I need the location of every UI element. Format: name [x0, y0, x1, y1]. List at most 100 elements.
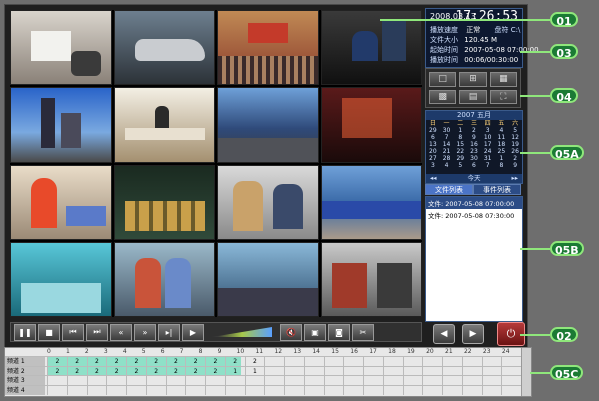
- camera-view-7[interactable]: [217, 87, 319, 163]
- timeline-row[interactable]: 频道 122222222222: [5, 356, 521, 366]
- next-file-button[interactable]: ⏭: [86, 323, 108, 341]
- calendar-day[interactable]: 20: [426, 148, 440, 155]
- hour-tick-label: 17: [369, 348, 377, 355]
- playback-toolbar: ❚❚ ■ ⏮ ⏭ « » ▸| ▶ 🔇 ▣ ◙ ✂: [10, 322, 422, 342]
- calendar-day[interactable]: 11: [495, 134, 509, 141]
- calendar-day[interactable]: 7: [440, 134, 454, 141]
- calendar-day[interactable]: 14: [440, 141, 454, 148]
- layout-9-button[interactable]: ▦: [489, 72, 517, 87]
- calendar-day[interactable]: 1: [495, 155, 509, 162]
- calendar-day[interactable]: 8: [453, 134, 467, 141]
- layout-1-button[interactable]: □: [429, 72, 457, 87]
- hour-tick-label: 23: [482, 348, 491, 355]
- snapshot-button[interactable]: ◙: [328, 323, 350, 341]
- camera-view-2[interactable]: [113, 10, 215, 86]
- calendar-day[interactable]: 21: [440, 148, 454, 155]
- camera-view-9[interactable]: [10, 164, 112, 240]
- calendar-day[interactable]: 17: [481, 141, 495, 148]
- prev-file-button[interactable]: ⏮: [62, 323, 84, 341]
- calendar-today-button[interactable]: 今天: [468, 174, 481, 183]
- calendar-day[interactable]: 18: [495, 141, 509, 148]
- volume-down-button[interactable]: ◀: [433, 324, 455, 344]
- calendar-day[interactable]: 23: [467, 148, 481, 155]
- camera-view-11[interactable]: [217, 164, 319, 240]
- calendar-day[interactable]: 2: [467, 127, 481, 134]
- list-item[interactable]: 文件: 2007-05-08 07:30:00: [426, 209, 522, 221]
- save-button[interactable]: ▣: [304, 323, 326, 341]
- calendar-day[interactable]: 7: [481, 162, 495, 169]
- calendar-next-button[interactable]: ▸▸: [511, 174, 518, 183]
- camera-view-8[interactable]: [320, 87, 422, 163]
- calendar-day[interactable]: 5: [508, 127, 522, 134]
- volume-slider[interactable]: [212, 327, 272, 337]
- playback-info-panel: 2008.03.13 17:26:53 播放速度 正常 盘符 C:\ 文件大小 …: [425, 8, 539, 68]
- camera-view-3[interactable]: [217, 10, 319, 86]
- rewind-button[interactable]: «: [110, 323, 132, 341]
- timeline-cell: [205, 385, 225, 395]
- calendar-day[interactable]: 6: [467, 162, 481, 169]
- fullscreen-button[interactable]: ⛶: [489, 89, 517, 104]
- camera-view-14[interactable]: [113, 241, 215, 317]
- calendar-day[interactable]: 25: [495, 148, 509, 155]
- layout-16-button[interactable]: ▩: [429, 89, 457, 104]
- mute-button[interactable]: 🔇: [280, 323, 302, 341]
- camera-view-5[interactable]: [10, 87, 112, 163]
- tab-event-list[interactable]: 事件列表: [473, 184, 521, 195]
- calendar-day[interactable]: 19: [508, 141, 522, 148]
- timeline-cell: [303, 385, 324, 395]
- pause-button[interactable]: ❚❚: [14, 323, 36, 341]
- list-item[interactable]: 文件: 2007-05-08 07:00:00: [426, 197, 522, 209]
- layout-4-button[interactable]: ⊞: [459, 72, 487, 87]
- calendar-day[interactable]: 4: [495, 127, 509, 134]
- calendar-day[interactable]: 5: [453, 162, 467, 169]
- step-frame-button[interactable]: ▸|: [158, 323, 180, 341]
- calendar-day[interactable]: 15: [453, 141, 467, 148]
- calendar-day[interactable]: 1: [453, 127, 467, 134]
- camera-view-16[interactable]: [320, 241, 422, 317]
- calendar-day[interactable]: 8: [495, 162, 509, 169]
- weekday-label: 五: [498, 120, 505, 127]
- calendar-day[interactable]: 24: [481, 148, 495, 155]
- camera-view-1[interactable]: [10, 10, 112, 86]
- calendar-day[interactable]: 30: [440, 127, 454, 134]
- calendar-day[interactable]: 29: [426, 127, 440, 134]
- layout-custom-button[interactable]: ▤: [459, 89, 487, 104]
- volume-up-button[interactable]: ▶: [462, 324, 484, 344]
- calendar-day[interactable]: 27: [426, 155, 440, 162]
- camera-view-13[interactable]: [10, 241, 112, 317]
- calendar-prev-button[interactable]: ◂◂: [430, 174, 437, 183]
- camera-view-10[interactable]: [113, 164, 215, 240]
- stop-button[interactable]: ■: [38, 323, 60, 341]
- fast-forward-button[interactable]: »: [134, 323, 156, 341]
- calendar-day[interactable]: 6: [426, 134, 440, 141]
- calendar-day[interactable]: 4: [440, 162, 454, 169]
- calendar-day[interactable]: 12: [508, 134, 522, 141]
- calendar-day[interactable]: 31: [481, 155, 495, 162]
- camera-view-4[interactable]: [320, 10, 422, 86]
- camera-view-15[interactable]: [217, 241, 319, 317]
- hour-tick-label: 16: [350, 348, 358, 355]
- timeline-row[interactable]: 频道 3: [5, 375, 521, 385]
- calendar-day[interactable]: 22: [453, 148, 467, 155]
- play-button[interactable]: ▶: [182, 323, 204, 341]
- calendar-day[interactable]: 28: [440, 155, 454, 162]
- calendar-day[interactable]: 30: [467, 155, 481, 162]
- calendar-day[interactable]: 9: [467, 134, 481, 141]
- calendar-day[interactable]: 16: [467, 141, 481, 148]
- layout-selector: □ ⊞ ▦ ▩ ▤ ⛶: [425, 68, 521, 108]
- tab-file-list[interactable]: 文件列表: [425, 184, 473, 195]
- camera-view-6[interactable]: [113, 87, 215, 163]
- calendar-day[interactable]: 13: [426, 141, 440, 148]
- timeline-row[interactable]: 频道 4: [5, 384, 521, 395]
- calendar-day[interactable]: 10: [481, 134, 495, 141]
- clip-button[interactable]: ✂: [352, 323, 374, 341]
- calendar-day[interactable]: 29: [453, 155, 467, 162]
- calendar-day[interactable]: 3: [481, 127, 495, 134]
- calendar-day[interactable]: 9: [508, 162, 522, 169]
- timeline-row[interactable]: 频道 222222222211: [5, 365, 521, 376]
- hour-tick-label: 6: [160, 348, 165, 355]
- timeline: 0 1 2 3 4 5 6 7 8 9 10 11 12 13 14 15 16 17 18 19 20 21 22 23 24…: [4, 347, 532, 397]
- calendar-day[interactable]: 2: [508, 155, 522, 162]
- calendar-day[interactable]: 3: [426, 162, 440, 169]
- camera-view-12[interactable]: [320, 164, 422, 240]
